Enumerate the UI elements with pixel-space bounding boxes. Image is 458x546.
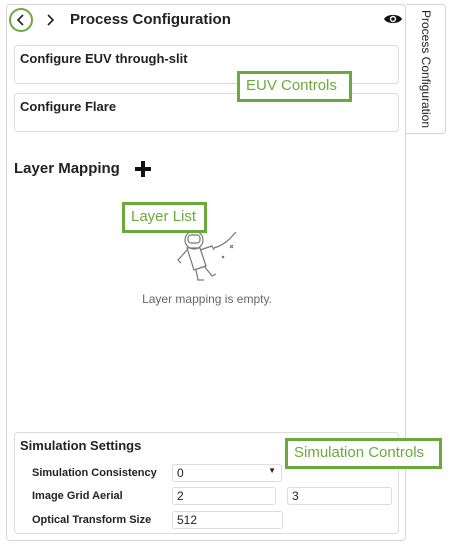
- layer-mapping-heading: Layer Mapping: [14, 160, 120, 177]
- dropdown-arrow-icon: ▼: [268, 466, 276, 475]
- layer-list-callout: Layer List: [122, 202, 207, 233]
- plus-icon[interactable]: [134, 160, 152, 178]
- consistency-label: Simulation Consistency: [32, 467, 157, 479]
- flare-section-title: Configure Flare: [20, 99, 117, 114]
- optical-input[interactable]: 512: [172, 511, 283, 529]
- tab-label: Process Configuration: [418, 9, 433, 129]
- euv-controls-callout: EUV Controls: [237, 71, 352, 102]
- astronaut-icon: [177, 230, 237, 281]
- consistency-select[interactable]: 0 ▼: [172, 464, 282, 482]
- simulation-controls-callout: Simulation Controls: [285, 438, 442, 469]
- grid-value-1: 2: [177, 489, 184, 503]
- grid-input-1[interactable]: 2: [172, 487, 276, 505]
- page-title: Process Configuration: [70, 11, 231, 28]
- grid-input-2[interactable]: 3: [287, 487, 392, 505]
- eye-icon[interactable]: [383, 12, 403, 26]
- simulation-section-title: Simulation Settings: [20, 438, 142, 453]
- consistency-value: 0: [177, 466, 184, 480]
- chevron-right-icon: [47, 14, 55, 26]
- optical-label: Optical Transform Size: [32, 514, 152, 526]
- back-button[interactable]: [9, 8, 33, 32]
- tab-process-configuration[interactable]: Process Configuration: [406, 4, 446, 134]
- optical-value: 512: [177, 513, 198, 527]
- euv-section-title: Configure EUV through-slit: [20, 51, 188, 66]
- grid-value-2: 3: [292, 489, 299, 503]
- empty-state-text: Layer mapping is empty.: [142, 292, 272, 306]
- forward-button[interactable]: [40, 9, 60, 31]
- grid-label: Image Grid Aerial: [32, 490, 123, 502]
- chevron-left-icon: [16, 14, 24, 26]
